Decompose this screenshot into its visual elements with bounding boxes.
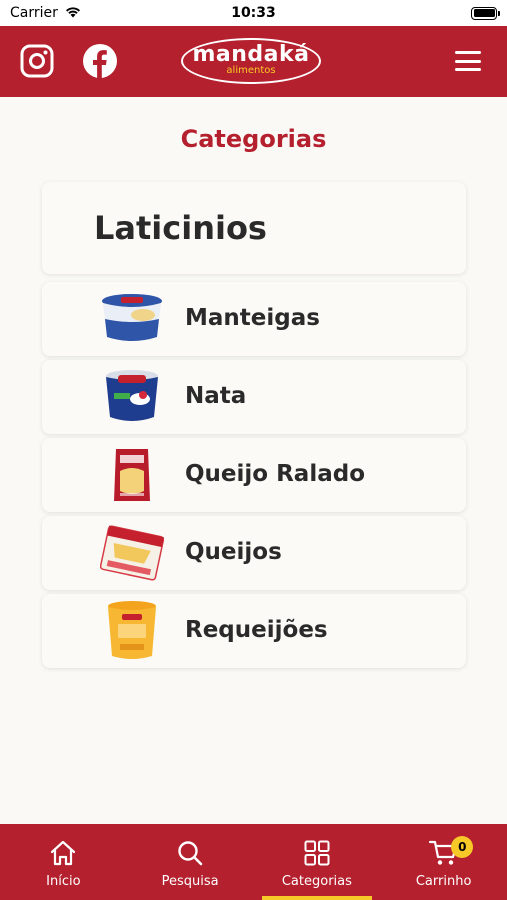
facebook-icon[interactable] xyxy=(82,43,118,79)
tab-categorias[interactable]: Categorias xyxy=(254,824,381,900)
search-icon xyxy=(175,838,205,868)
cart-count-badge: 0 xyxy=(451,836,474,858)
status-bar: Carrier 10:33 xyxy=(0,0,507,26)
queijo-ralado-product-image xyxy=(94,443,170,507)
app-header: mandaká alimentos xyxy=(0,26,507,97)
list-item-label: Manteigas xyxy=(185,305,320,331)
list-item-manteigas[interactable]: Manteigas xyxy=(42,282,466,356)
grid-icon xyxy=(302,838,332,868)
manteiga-product-image xyxy=(94,287,170,351)
tab-label: Pesquisa xyxy=(161,874,219,889)
queijos-product-image xyxy=(94,521,170,585)
list-item-queijo-ralado[interactable]: Queijo Ralado xyxy=(42,438,466,512)
brand-logo[interactable]: mandaká alimentos xyxy=(181,38,321,84)
battery-icon xyxy=(471,6,500,20)
home-icon xyxy=(48,838,78,868)
page-title: Categorias xyxy=(180,125,327,153)
category-name: Laticinios xyxy=(94,209,267,247)
list-item-label: Queijos xyxy=(185,539,282,565)
tab-inicio[interactable]: Início xyxy=(0,824,127,900)
nata-product-image xyxy=(94,365,170,429)
list-item-nata[interactable]: Nata xyxy=(42,360,466,434)
instagram-icon[interactable] xyxy=(19,43,55,79)
category-card[interactable]: Laticinios xyxy=(42,182,466,274)
tab-label: Carrinho xyxy=(415,874,472,889)
tab-label: Categorias xyxy=(281,874,352,889)
list-item-label: Requeijões xyxy=(185,617,328,643)
bottom-tab-bar: Início Pesquisa Categorias 0 Carrinho xyxy=(0,824,507,900)
menu-icon[interactable] xyxy=(455,51,481,71)
requeijao-product-image xyxy=(94,599,170,663)
status-left: Carrier xyxy=(10,5,82,22)
tab-carrinho[interactable]: 0 Carrinho xyxy=(380,824,507,900)
list-item-label: Nata xyxy=(185,383,247,409)
tab-label: Início xyxy=(46,874,81,889)
wifi-icon xyxy=(64,5,82,22)
list-item-queijos[interactable]: Queijos xyxy=(42,516,466,590)
list-item-label: Queijo Ralado xyxy=(185,461,366,487)
list-item-requeijoes[interactable]: Requeijões xyxy=(42,594,466,668)
tab-pesquisa[interactable]: Pesquisa xyxy=(127,824,254,900)
carrier-label: Carrier xyxy=(10,5,58,21)
